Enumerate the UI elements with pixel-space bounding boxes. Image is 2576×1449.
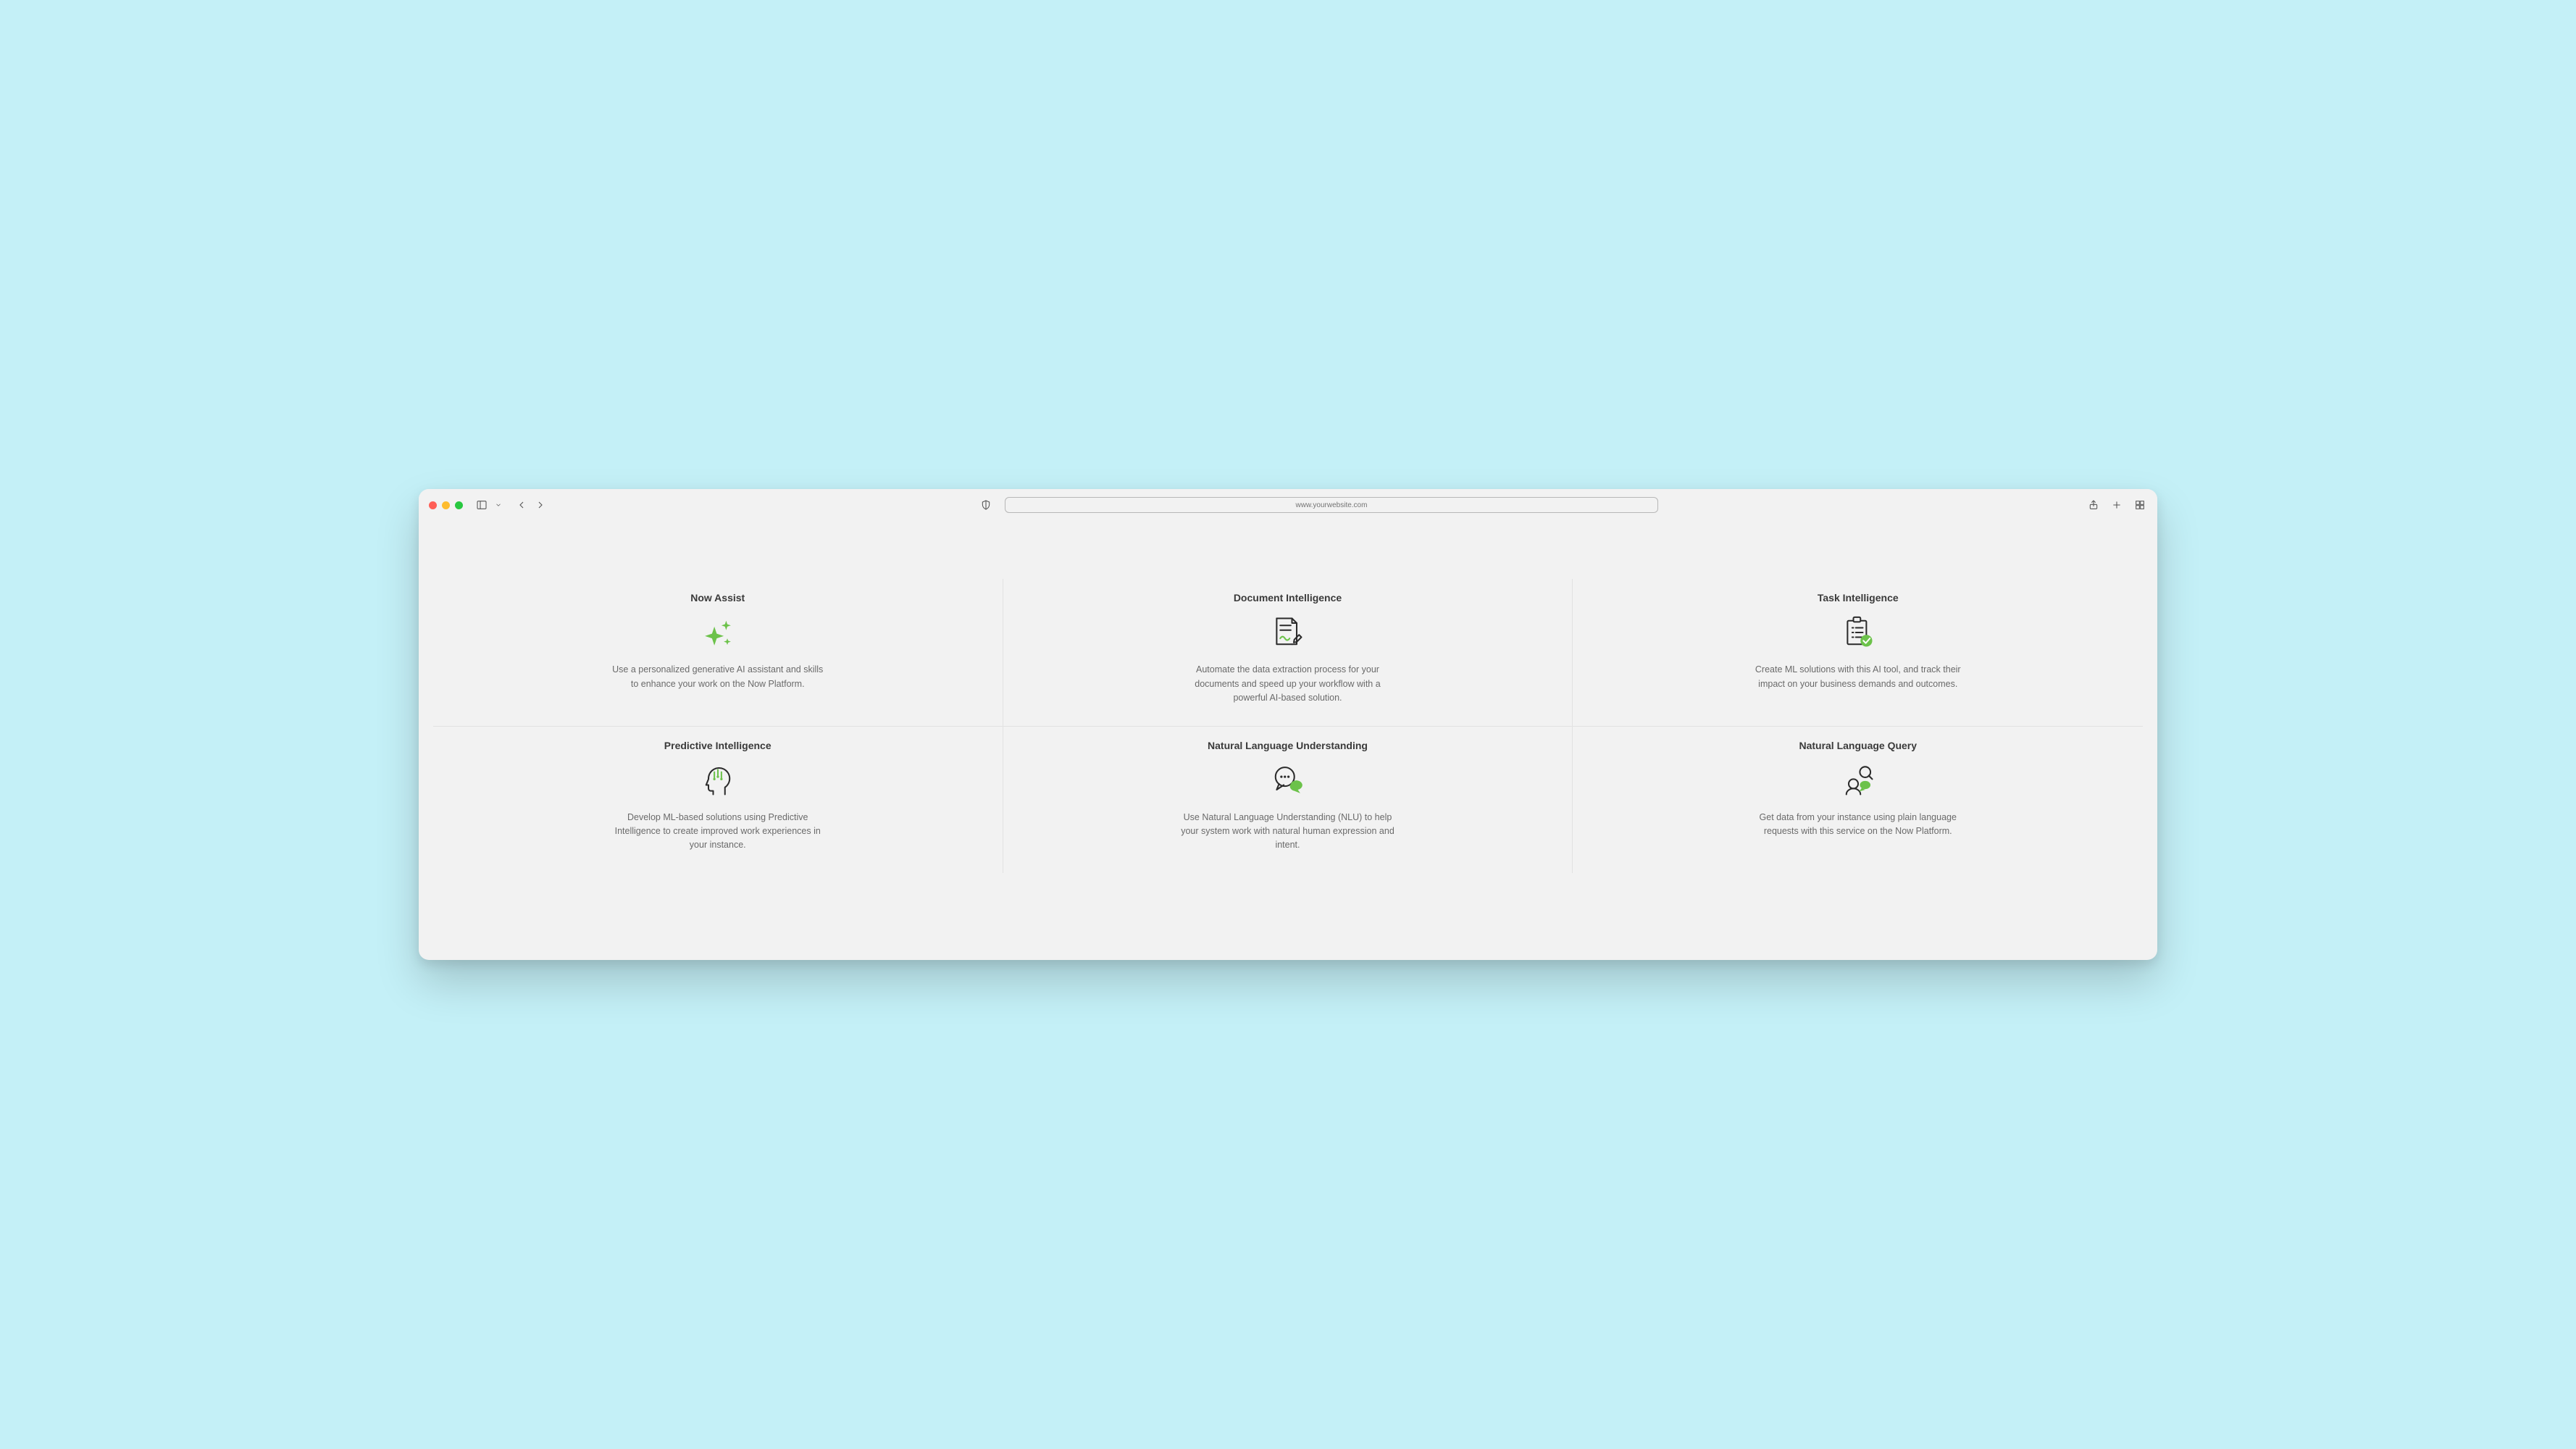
close-window-button[interactable] xyxy=(429,501,437,509)
card-title: Natural Language Understanding xyxy=(1024,740,1552,751)
card-description: Use a personalized generative AI assista… xyxy=(609,663,827,691)
chevron-down-icon[interactable] xyxy=(491,498,506,512)
card-title: Document Intelligence xyxy=(1024,592,1552,604)
browser-toolbar: www.yourwebsite.com xyxy=(419,489,2157,521)
person-search-chat-icon xyxy=(1839,761,1877,799)
card-task-intelligence[interactable]: Task Intelligence Create ML solutions wi… xyxy=(1573,579,2143,726)
card-description: Automate the data extraction process for… xyxy=(1179,663,1396,705)
card-title: Task Intelligence xyxy=(1593,592,2123,604)
card-document-intelligence[interactable]: Document Intelligence Automate the data … xyxy=(1003,579,1573,726)
new-tab-icon[interactable] xyxy=(2109,498,2124,512)
minimize-window-button[interactable] xyxy=(442,501,450,509)
head-circuit-icon xyxy=(699,761,737,799)
card-natural-language-query[interactable]: Natural Language Query Get data from you… xyxy=(1573,727,2143,873)
card-description: Create ML solutions with this AI tool, a… xyxy=(1749,663,1967,691)
card-title: Natural Language Query xyxy=(1593,740,2123,751)
card-title: Predictive Intelligence xyxy=(453,740,982,751)
clipboard-check-icon xyxy=(1839,614,1877,651)
page-content: Now Assist Use a personalized generative… xyxy=(419,521,2157,959)
document-signature-icon xyxy=(1268,614,1306,651)
card-predictive-intelligence[interactable]: Predictive Intelligence Develop ML-based… xyxy=(433,727,1003,873)
speech-bubble-icon xyxy=(1268,761,1306,799)
card-description: Use Natural Language Understanding (NLU)… xyxy=(1179,811,1396,853)
address-bar[interactable]: www.yourwebsite.com xyxy=(1005,497,1657,513)
back-button[interactable] xyxy=(514,498,529,512)
address-bar-url: www.yourwebsite.com xyxy=(1296,501,1368,509)
shield-icon[interactable] xyxy=(979,498,993,512)
share-icon[interactable] xyxy=(2086,498,2101,512)
card-natural-language-understanding[interactable]: Natural Language Understanding Use Natur… xyxy=(1003,727,1573,873)
card-now-assist[interactable]: Now Assist Use a personalized generative… xyxy=(433,579,1003,726)
feature-grid: Now Assist Use a personalized generative… xyxy=(433,579,2143,872)
forward-button[interactable] xyxy=(533,498,548,512)
window-controls xyxy=(429,501,463,509)
maximize-window-button[interactable] xyxy=(455,501,463,509)
browser-window: www.yourwebsite.com Now Assist xyxy=(419,489,2157,959)
card-title: Now Assist xyxy=(453,592,982,604)
card-description: Get data from your instance using plain … xyxy=(1749,811,1967,839)
card-description: Develop ML-based solutions using Predict… xyxy=(609,811,827,853)
tab-overview-icon[interactable] xyxy=(2133,498,2147,512)
sparkles-icon xyxy=(699,614,737,651)
sidebar-toggle-icon[interactable] xyxy=(474,498,489,512)
